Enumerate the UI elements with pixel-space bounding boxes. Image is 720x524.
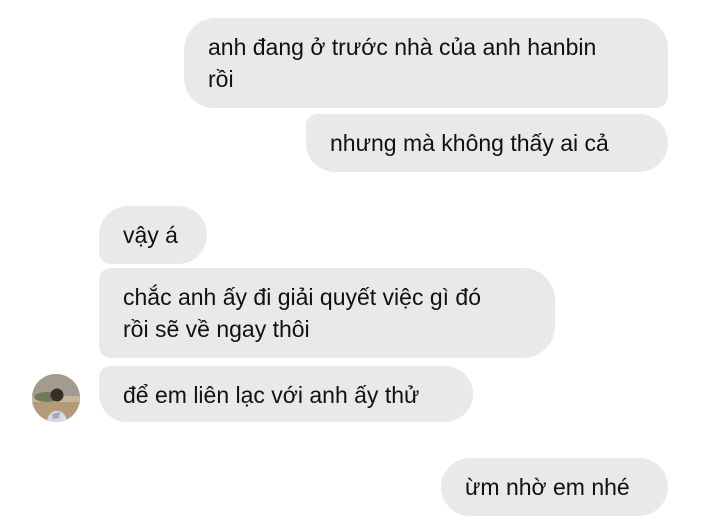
message-bubble-sent[interactable]: anh đang ở trước nhà của anh hanbin rồi <box>184 18 668 108</box>
message-text: vậy á <box>123 222 178 248</box>
avatar-photo <box>32 374 80 422</box>
message-bubble-received[interactable]: vậy á <box>99 206 207 264</box>
message-text: rồi sẽ về ngay thôi <box>123 316 310 342</box>
message-bubble-sent[interactable]: nhưng mà không thấy ai cả <box>306 114 668 172</box>
message-bubble-received[interactable]: để em liên lạc với anh ấy thử <box>99 366 473 422</box>
message-text: rồi <box>208 66 234 92</box>
message-text: chắc anh ấy đi giải quyết việc gì đó <box>123 284 482 310</box>
message-bubble-sent[interactable]: ừm nhờ em nhé <box>441 458 668 516</box>
contact-avatar-icon[interactable] <box>32 374 80 422</box>
message-text: để em liên lạc với anh ấy thử <box>123 382 420 408</box>
message-text: nhưng mà không thấy ai cả <box>330 130 609 156</box>
message-text: anh đang ở trước nhà của anh hanbin <box>208 34 597 60</box>
message-text: ừm nhờ em nhé <box>465 474 630 500</box>
message-bubble-received[interactable]: chắc anh ấy đi giải quyết việc gì đó rồi… <box>99 268 555 358</box>
